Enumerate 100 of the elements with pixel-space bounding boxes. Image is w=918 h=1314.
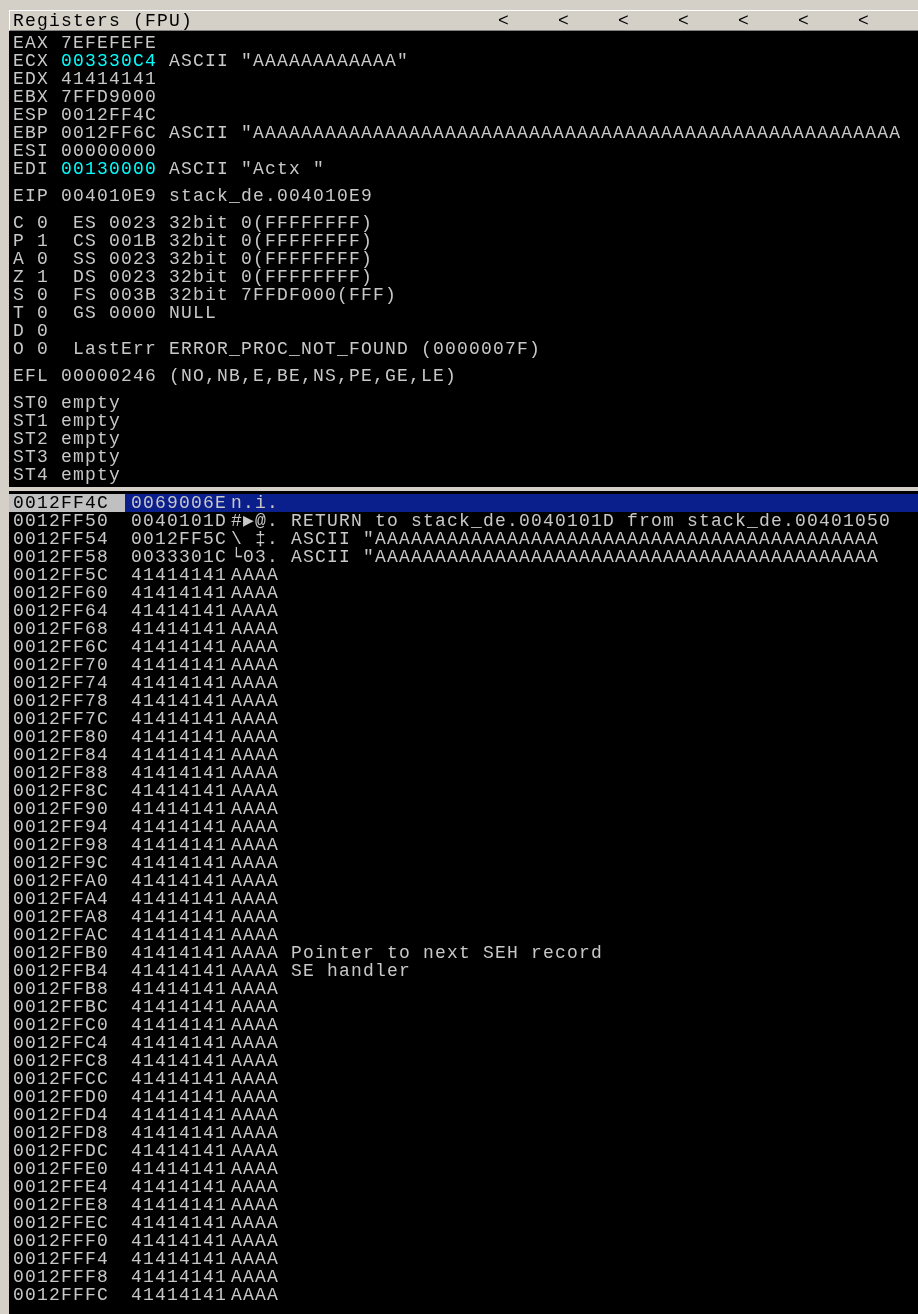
flag-bit: 1 <box>37 268 51 286</box>
stack-address: 0012FFF8 <box>12 1268 110 1286</box>
stack-row[interactable]: 0012FFF8 41414141 AAAA <box>9 1268 918 1286</box>
stack-row[interactable]: 0012FF68 41414141 AAAA <box>9 620 918 638</box>
stack-row[interactable]: 0012FFA4 41414141 AAAA <box>9 890 918 908</box>
register-comment: ASCII "Actx " <box>169 160 326 178</box>
stack-row[interactable]: 0012FF5C 41414141 AAAA <box>9 566 918 584</box>
arrow-button[interactable]: < <box>668 11 728 30</box>
stack-ascii: AAAA <box>231 1214 280 1232</box>
stack-row[interactable]: 0012FFE8 41414141 AAAA <box>9 1196 918 1214</box>
stack-row[interactable]: 0012FFB4 41414141 AAAA SE handler <box>9 962 918 980</box>
register-comment: ASCII "AAAAAAAAAAAA" <box>169 52 410 70</box>
register-name: ESP <box>13 106 49 124</box>
stack-row[interactable]: 0012FF90 41414141 AAAA <box>9 800 918 818</box>
stack-row[interactable]: 0012FF7C 41414141 AAAA <box>9 710 918 728</box>
stack-row[interactable]: 0012FF94 41414141 AAAA <box>9 818 918 836</box>
stack-ascii: AAAA <box>231 1142 280 1160</box>
register-name: EBP <box>13 124 49 142</box>
stack-row[interactable]: 0012FFC0 41414141 AAAA <box>9 1016 918 1034</box>
arrow-button[interactable]: < <box>488 11 548 30</box>
stack-value: 41414141 <box>130 1070 228 1088</box>
stack-row[interactable]: 0012FF9C 41414141 AAAA <box>9 854 918 872</box>
stack-row[interactable]: 0012FFBC 41414141 AAAA <box>9 998 918 1016</box>
stack-row[interactable]: 0012FF70 41414141 AAAA <box>9 656 918 674</box>
stack-ascii: AAAA <box>231 674 280 692</box>
segment-info: ES 0023 32bit 0(FFFFFFFF) <box>73 214 374 232</box>
stack-ascii: AAAA <box>231 1160 280 1178</box>
stack-row[interactable]: 0012FFF0 41414141 AAAA <box>9 1232 918 1250</box>
flag-name: S <box>13 286 25 304</box>
stack-address: 0012FFA0 <box>12 872 110 890</box>
arrow-button[interactable]: < <box>848 11 908 30</box>
stack-row[interactable]: 0012FF88 41414141 AAAA <box>9 764 918 782</box>
stack-row[interactable]: 0012FFB8 41414141 AAAA <box>9 980 918 998</box>
stack-row[interactable]: 0012FF98 41414141 AAAA <box>9 836 918 854</box>
stack-row[interactable]: 0012FF58 0033301C └03. ASCII "AAAAAAAAAAAAAAAAAAAAAAAAAAAAAAAAAAAAAAAAAA <box>9 548 918 566</box>
stack-value: 41414141 <box>130 962 228 980</box>
stack-row[interactable]: 0012FFF4 41414141 AAAA <box>9 1250 918 1268</box>
stack-address: 0012FFC0 <box>12 1016 110 1034</box>
stack-row[interactable]: 0012FFAC 41414141 AAAA <box>9 926 918 944</box>
stack-address: 0012FFB8 <box>12 980 110 998</box>
register-value: 00130000 <box>61 160 158 178</box>
stack-row[interactable]: 0012FFD8 41414141 AAAA <box>9 1124 918 1142</box>
stack-ascii: AAAA <box>231 1250 280 1268</box>
stack-value: 41414141 <box>130 1124 228 1142</box>
arrow-button[interactable]: < <box>548 11 608 30</box>
stack-value: 41414141 <box>130 944 228 962</box>
stack-row[interactable]: 0012FF6C 41414141 AAAA <box>9 638 918 656</box>
stack-row[interactable]: 0012FFD4 41414141 AAAA <box>9 1106 918 1124</box>
stack-value: 41414141 <box>130 1214 228 1232</box>
stack-row[interactable]: 0012FFB0 41414141 AAAA Pointer to next SEH record <box>9 944 918 962</box>
stack-row[interactable]: 0012FF78 41414141 AAAA <box>9 692 918 710</box>
register-comment: stack_de.004010E9 <box>169 187 374 205</box>
stack-row[interactable]: 0012FFA8 41414141 AAAA <box>9 908 918 926</box>
stack-row[interactable]: 0012FFE4 41414141 AAAA <box>9 1178 918 1196</box>
stack-row[interactable]: 0012FFFC 41414141 AAAA <box>9 1286 918 1304</box>
stack-ascii: AAAA <box>231 782 280 800</box>
stack-value: 0012FF5C <box>130 530 228 548</box>
stack-row[interactable]: 0012FF50 0040101D #▶@. RETURN to stack_de.0040101D from stack_de.00401050 <box>9 512 918 530</box>
stack-row[interactable]: 0012FF4C 0069006E n.i. <box>9 494 918 512</box>
stack-ascii: AAAA <box>231 926 280 944</box>
stack-row[interactable]: 0012FF8C 41414141 AAAA <box>9 782 918 800</box>
stack-value: 41414141 <box>130 1106 228 1124</box>
stack-ascii: AAAA <box>231 890 280 908</box>
stack-row[interactable]: 0012FF84 41414141 AAAA <box>9 746 918 764</box>
stack-row[interactable]: 0012FF80 41414141 AAAA <box>9 728 918 746</box>
stack-value: 41414141 <box>130 926 228 944</box>
stack-address: 0012FFBC <box>12 998 110 1016</box>
register-name: ESI <box>13 142 49 160</box>
stack-row[interactable]: 0012FFD0 41414141 AAAA <box>9 1088 918 1106</box>
stack-ascii: AAAA <box>231 638 280 656</box>
stack-address: 0012FFB0 <box>12 944 110 962</box>
stack-row[interactable]: 0012FFC4 41414141 AAAA <box>9 1034 918 1052</box>
stack-ascii: AAAA <box>231 710 280 728</box>
stack-ascii: AAAA <box>231 566 280 584</box>
stack-address: 0012FF50 <box>12 512 110 530</box>
stack-row[interactable]: 0012FF64 41414141 AAAA <box>9 602 918 620</box>
stack-row[interactable]: 0012FFDC 41414141 AAAA <box>9 1142 918 1160</box>
stack-value: 0033301C <box>130 548 228 566</box>
stack-value: 41414141 <box>130 746 228 764</box>
stack-row[interactable]: 0012FF54 0012FF5C \ ‡. ASCII "AAAAAAAAAAAAAAAAAAAAAAAAAAAAAAAAAAAAAAAAAA <box>9 530 918 548</box>
register-value: 00000000 <box>61 142 158 160</box>
stack-value: 41414141 <box>130 1088 228 1106</box>
arrow-button[interactable]: < <box>788 11 848 30</box>
stack-value: 41414141 <box>130 872 228 890</box>
stack-ascii: AAAA <box>231 908 280 926</box>
register-name: ST1 <box>13 412 49 430</box>
stack-row[interactable]: 0012FFCC 41414141 AAAA <box>9 1070 918 1088</box>
stack-row[interactable]: 0012FFE0 41414141 AAAA <box>9 1160 918 1178</box>
stack-row[interactable]: 0012FFC8 41414141 AAAA <box>9 1052 918 1070</box>
register-value: 0012FF6C <box>61 124 158 142</box>
arrow-button[interactable]: < <box>728 11 788 30</box>
segment-info: GS 0000 NULL <box>73 304 218 322</box>
stack-address: 0012FFAC <box>12 926 110 944</box>
arrow-button[interactable]: < <box>608 11 668 30</box>
register-value: 7EFEFEFE <box>61 34 158 52</box>
stack-row[interactable]: 0012FF60 41414141 AAAA <box>9 584 918 602</box>
stack-row[interactable]: 0012FFEC 41414141 AAAA <box>9 1214 918 1232</box>
stack-row[interactable]: 0012FFA0 41414141 AAAA <box>9 872 918 890</box>
register-comment: (NO,NB,E,BE,NS,PE,GE,LE) <box>169 367 458 385</box>
stack-row[interactable]: 0012FF74 41414141 AAAA <box>9 674 918 692</box>
